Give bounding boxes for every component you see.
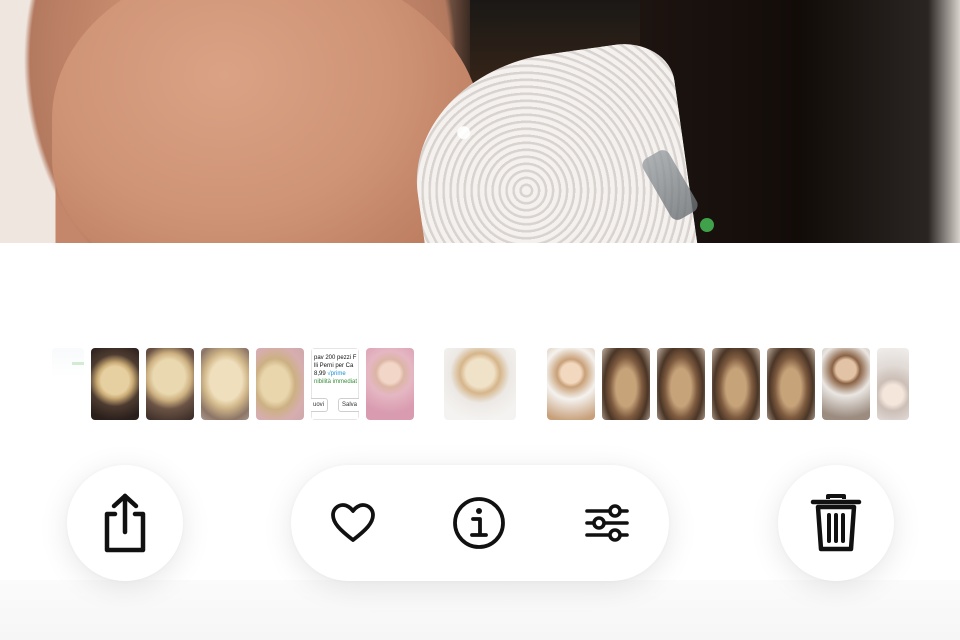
photo-viewer-screen: pav 200 pezzi F lli Perni per Ca 8,99 √p… [0, 0, 960, 640]
thumbnail[interactable] [877, 348, 909, 420]
thumbnail[interactable] [767, 348, 815, 420]
availability-text: nibilità immediat [314, 379, 358, 385]
thumbnail[interactable] [91, 348, 139, 420]
thumbnail[interactable] [822, 348, 870, 420]
thumbnail[interactable] [52, 348, 84, 420]
prime-badge: √prime [327, 371, 346, 377]
adjust-button[interactable] [577, 493, 637, 553]
thumbnail[interactable] [256, 348, 304, 420]
photo-green-light [700, 218, 714, 232]
product-price: 8,99 [314, 371, 326, 377]
thumbnail[interactable] [547, 348, 595, 420]
product-title-line: lli Perni per Ca [314, 363, 354, 369]
share-button[interactable] [67, 465, 183, 581]
thumbnail-selected[interactable] [444, 348, 516, 420]
thumbnail-strip[interactable]: pav 200 pezzi F lli Perni per Ca 8,99 √p… [0, 348, 960, 420]
trash-icon [810, 494, 862, 552]
thumbnail[interactable] [201, 348, 249, 420]
bottom-toolbar [0, 465, 960, 581]
thumbnail-screenshot-text: pav 200 pezzi F lli Perni per Ca 8,99 √p… [314, 354, 359, 386]
photo-subject-shoulder [52, 0, 482, 243]
thumbnail[interactable] [657, 348, 705, 420]
delete-button[interactable] [778, 465, 894, 581]
thumbnail-screenshot[interactable]: pav 200 pezzi F lli Perni per Ca 8,99 √p… [311, 348, 359, 420]
screenshot-button: Salva [338, 398, 359, 412]
toolbar-background [0, 580, 960, 640]
favorite-button[interactable] [323, 493, 383, 553]
photo-actions-pill [291, 465, 669, 581]
screenshot-button: uovi [311, 398, 329, 412]
share-icon [104, 493, 146, 553]
product-title-line: pav 200 pezzi F [314, 355, 357, 361]
thumbnail[interactable] [366, 348, 414, 420]
thumbnail[interactable] [602, 348, 650, 420]
main-photo[interactable] [0, 0, 960, 243]
sliders-icon [585, 504, 629, 542]
info-button[interactable] [449, 493, 509, 553]
thumbnail[interactable] [712, 348, 760, 420]
heart-icon [331, 503, 375, 542]
info-icon [453, 497, 505, 549]
thumbnail[interactable] [146, 348, 194, 420]
